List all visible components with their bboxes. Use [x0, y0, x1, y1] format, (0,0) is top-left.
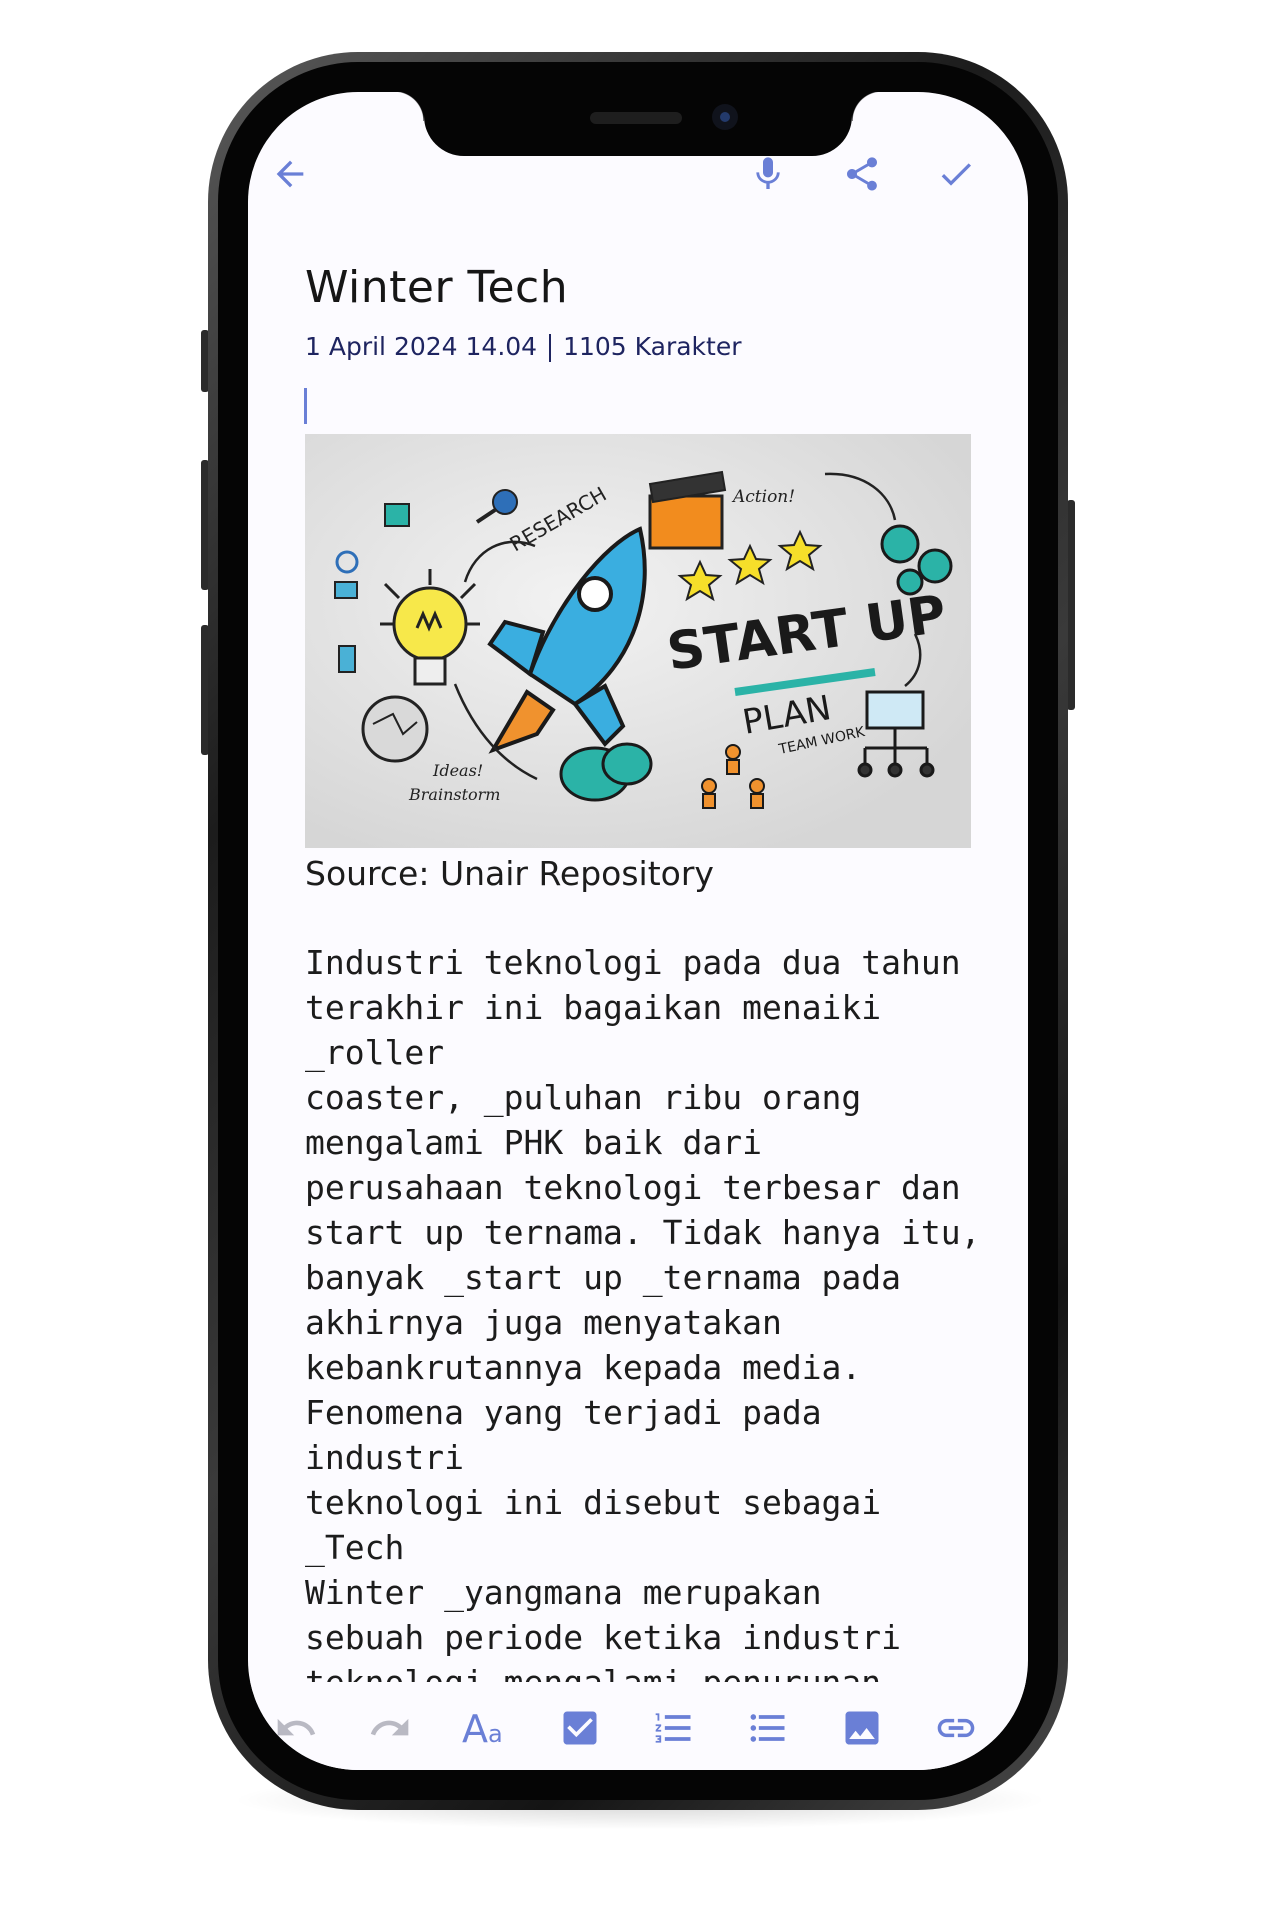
rocket-icon — [487, 526, 647, 754]
mail-icon — [334, 581, 358, 599]
clapperboard-icon — [648, 470, 727, 550]
text-format-icon[interactable]: Aa — [462, 1702, 512, 1752]
startup-label: START UP — [663, 584, 949, 682]
front-camera — [712, 104, 738, 130]
link-icon[interactable] — [934, 1706, 978, 1750]
note-body-container[interactable]: Industri teknologi pada dua tahun terakh… — [305, 940, 995, 1690]
earpiece-speaker — [590, 112, 682, 124]
illustration-drawing: RESEARCH Action! START UP PLAN TEAM WORK — [334, 470, 953, 809]
phone-sketch-icon — [338, 645, 356, 673]
image-caption[interactable]: Source: Unair Repository — [305, 854, 714, 893]
people-icon — [701, 744, 765, 809]
text-cursor — [304, 388, 307, 424]
phone-screen: Winter Tech 1 April 2024 14.04 1105 Karak… — [248, 92, 1028, 1770]
magnifier-icon — [492, 489, 518, 515]
at-icon — [335, 550, 359, 574]
microphone-icon[interactable] — [748, 154, 788, 194]
note-date: 1 April 2024 14.04 — [305, 332, 538, 361]
back-arrow-icon[interactable] — [270, 154, 310, 194]
bulleted-list-icon[interactable] — [746, 1706, 790, 1750]
svg-text:A: A — [462, 1707, 488, 1751]
undo-icon[interactable] — [274, 1706, 318, 1750]
brainstorm-label: Brainstorm — [408, 785, 500, 804]
meta-divider — [549, 334, 552, 362]
ideas-label: Ideas! — [432, 761, 483, 780]
research-label: RESEARCH — [506, 482, 611, 557]
char-count: 1105 Karakter — [563, 332, 742, 361]
checkmark-icon[interactable] — [936, 154, 976, 194]
org-chart-icon — [857, 690, 935, 778]
checkbox-icon[interactable] — [558, 1706, 602, 1750]
note-body[interactable]: Industri teknologi pada dua tahun terakh… — [305, 940, 995, 1690]
lightbulb-icon — [380, 569, 480, 686]
svg-text:a: a — [488, 1720, 503, 1748]
action-label: Action! — [731, 487, 795, 507]
share-icon[interactable] — [842, 154, 882, 194]
notch — [394, 92, 882, 156]
image-icon[interactable] — [840, 1706, 884, 1750]
redo-icon[interactable] — [368, 1706, 412, 1750]
note-title[interactable]: Winter Tech — [305, 262, 568, 313]
startup-illustration[interactable]: RESEARCH Action! START UP PLAN TEAM WORK — [305, 434, 971, 848]
power-button — [1067, 500, 1075, 710]
crumpled-paper-icon — [361, 695, 429, 763]
formatting-toolbar: Aa — [248, 1682, 1028, 1770]
note-meta: 1 April 2024 14.04 1105 Karakter — [305, 332, 741, 362]
checkbox-sketch-icon — [384, 503, 410, 527]
numbered-list-icon[interactable] — [652, 1706, 696, 1750]
